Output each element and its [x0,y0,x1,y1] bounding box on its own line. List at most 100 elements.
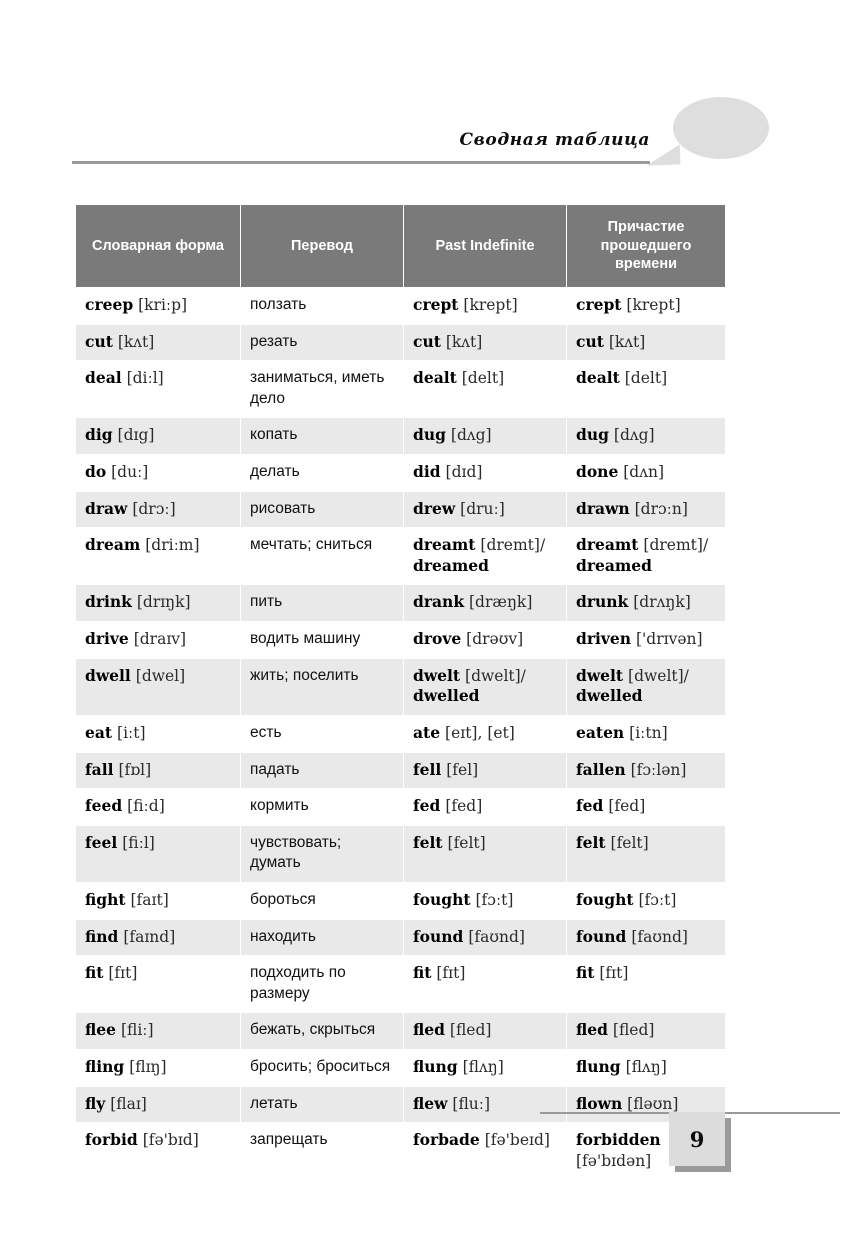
cell-past-indefinite-transcription: [delt] [461,369,505,388]
cell-past-participle-word: found [576,926,627,946]
cell-past-participle-word: cut [576,331,604,351]
cell-dictionary-form: find [faɪnd] [76,919,240,956]
cell-translation: копать [241,418,403,455]
cell-past-indefinite: drank [dræŋk] [404,585,566,622]
cell-past-participle-transcription: [fed] [608,797,646,816]
cell-dictionary-form-word: do [85,462,107,482]
cell-past-participle-transcription: [iːtn] [629,723,668,742]
cell-dictionary-form-word: deal [85,368,122,388]
cell-dictionary-form: fall [fɒl] [76,752,240,789]
table-row: do [duː] делать did [dɪd] done [dʌn] [76,455,725,491]
column-header-past-indefinite: Past Indefinite [404,205,566,287]
cell-past-indefinite-word: dwelt [413,665,461,685]
cell-past-participle-transcription: [dwelt]/ [628,666,689,685]
cell-past-indefinite-word: found [413,926,464,946]
cell-dictionary-form-transcription: [fiːl] [122,833,155,852]
cell-past-indefinite-transcription: [dræŋk] [469,593,533,612]
cell-dictionary-form-word: fall [85,759,114,779]
cell-translation: запрещать [241,1123,403,1180]
cell-past-participle-transcription: ['drɪvən] [635,630,703,649]
cell-past-participle-word: dwelt [576,665,624,685]
cell-past-indefinite: fell [fel] [404,752,566,789]
cell-dictionary-form-transcription: [duː] [111,463,149,482]
cell-dictionary-form-word: find [85,926,119,946]
cell-dictionary-form-word: feel [85,832,118,852]
speech-bubble-tail-icon [645,136,681,166]
cell-dictionary-form-word: fit [85,963,104,983]
cell-past-indefinite-transcription: [druː] [460,499,505,518]
cell-past-participle-transcription: [fləʊn] [627,1094,679,1113]
column-header-dictionary-form: Словарная форма [76,205,240,287]
cell-dictionary-form: dream [driːm] [76,528,240,585]
cell-past-indefinite-word: flew [413,1093,448,1113]
table-row: feel [fiːl] чувствовать; думать felt [felt… [76,825,725,882]
cell-past-indefinite: ate [eɪt], [et] [404,715,566,752]
table-row: fight [faɪt] бороться fought [fɔːt] fought … [76,882,725,919]
cell-past-indefinite-word: drank [413,592,465,612]
cell-dictionary-form: dig [dɪg] [76,418,240,455]
cell-past-participle-transcription: [dʌg] [613,426,655,445]
cell-past-indefinite-alternate: dreamed [413,555,490,575]
cell-dictionary-form-transcription: [kʌt] [117,332,155,351]
cell-dictionary-form: flee [fliː] [76,1013,240,1050]
table-row: fly [flaɪ] летать flew [fluː] flown [fləʊn] [76,1086,725,1123]
cell-dictionary-form-transcription: [fiːd] [127,797,165,816]
cell-past-indefinite-transcription: [krept] [463,296,518,314]
cell-past-participle: drunk [drʌŋk] [567,585,725,622]
cell-dictionary-form-transcription: [iːt] [117,723,146,742]
cell-past-indefinite-transcription: [fə'beɪd] [484,1131,550,1150]
cell-past-participle-transcription: [flʌŋ] [625,1058,667,1077]
cell-dictionary-form: dwell [dwel] [76,658,240,715]
cell-past-participle-transcription: [kʌt] [608,332,646,351]
cell-past-participle-transcription: [felt] [610,833,649,852]
cell-dictionary-form-transcription: [fɒl] [118,760,152,779]
table-row: fall [fɒl] падать fell [fel] fallen [fɔːlən… [76,752,725,789]
table-row: deal [diːl] заниматься, иметь дело dealt [… [76,361,725,418]
cell-past-participle: found [faʊnd] [567,919,725,956]
table-row: drink [drɪŋk] пить drank [dræŋk] drunk [drʌ… [76,585,725,622]
cell-translation: мечтать; сниться [241,528,403,585]
cell-dictionary-form-word: flee [85,1020,116,1040]
running-head: Сводная таблица [72,108,650,164]
cell-dictionary-form: fling [flɪŋ] [76,1050,240,1086]
cell-past-participle: fled [fled] [567,1013,725,1050]
cell-past-indefinite-word: felt [413,832,443,852]
cell-dictionary-form-word: creep [85,295,134,314]
cell-past-participle-word: fit [576,963,595,983]
table-row: dream [driːm] мечтать; сниться dreamt [dre… [76,528,725,585]
cell-past-participle: fallen [fɔːlən] [567,752,725,789]
cell-past-participle: cut [kʌt] [567,324,725,361]
cell-dictionary-form: drink [drɪŋk] [76,585,240,622]
cell-past-indefinite-word: drew [413,498,456,518]
cell-dictionary-form-word: feed [85,796,123,816]
cell-past-participle-word: fought [576,889,634,909]
cell-dictionary-form-word: fly [85,1093,106,1113]
cell-translation: кормить [241,789,403,825]
cell-past-indefinite-word: fed [413,796,441,816]
cell-past-participle: eaten [iːtn] [567,715,725,752]
cell-past-indefinite-transcription: [kʌt] [445,332,483,351]
cell-dictionary-form-word: drive [85,629,129,649]
column-header-past-participle: Причастие прошедшего времени [567,205,725,287]
cell-translation: падать [241,752,403,789]
cell-past-indefinite: cut [kʌt] [404,324,566,361]
cell-dictionary-form: fit [fɪt] [76,956,240,1013]
cell-past-indefinite-transcription: [dwelt]/ [465,666,526,685]
cell-dictionary-form-word: dream [85,535,141,555]
cell-dictionary-form: feed [fiːd] [76,789,240,825]
cell-past-participle-transcription: [fled] [612,1021,655,1040]
table-row: find [faɪnd] находить found [faʊnd] found [… [76,919,725,956]
cell-translation: чувствовать; думать [241,825,403,882]
cell-past-participle: dwelt [dwelt]/dwelled [567,658,725,715]
cell-past-indefinite-word: drove [413,629,462,649]
table-row: draw [drɔː] рисовать drew [druː] drawn [drɔ… [76,491,725,528]
column-header-translation: Перевод [241,205,403,287]
cell-past-indefinite-transcription: [dɪd] [445,463,483,482]
cell-past-participle-transcription: [drʌŋk] [633,593,691,612]
cell-dictionary-form-transcription: [faɪt] [130,890,169,909]
cell-past-indefinite-word: fought [413,889,471,909]
cell-translation: бежать, скрыться [241,1013,403,1050]
cell-past-participle-word: felt [576,832,606,852]
cell-past-participle: felt [felt] [567,825,725,882]
cell-past-indefinite: dug [dʌg] [404,418,566,455]
